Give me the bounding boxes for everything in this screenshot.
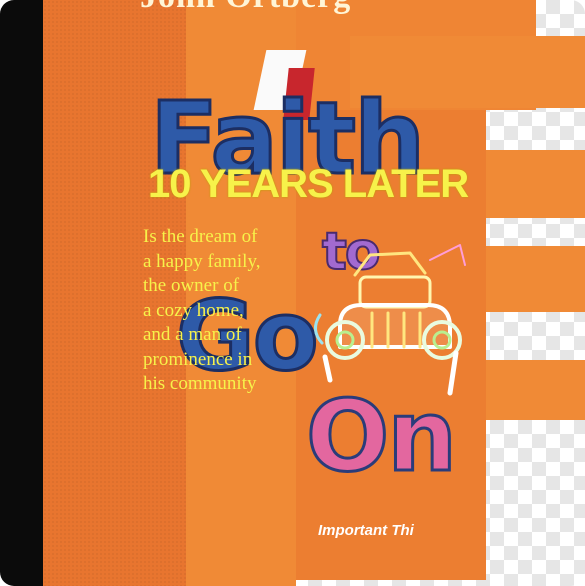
overlay-line: the owner of — [143, 275, 240, 296]
vintage-car-icon — [314, 244, 466, 396]
overlay-line: Is the dream of — [143, 226, 258, 247]
orange-strip — [486, 360, 585, 420]
overlay-line: a happy family, — [143, 250, 261, 272]
orange-strip — [486, 150, 585, 218]
overlay-line: a cozy home, — [143, 299, 244, 321]
overlay-line: his community — [143, 373, 257, 394]
book-spine — [0, 0, 43, 586]
book-subtitle: Important Thi — [318, 522, 414, 539]
overlay-heading: 10 YEARS LATER — [148, 162, 469, 206]
overlay-line: and a man of — [143, 324, 242, 345]
image-frame: John Ortberg Faith to Go On Important Th… — [0, 0, 585, 586]
author-name: John Ortberg — [140, 0, 351, 16]
overlay-line: prominence in — [143, 348, 253, 370]
orange-strip — [486, 246, 585, 312]
overlay-text: Is the dream of a happy family, the owne… — [143, 225, 260, 397]
